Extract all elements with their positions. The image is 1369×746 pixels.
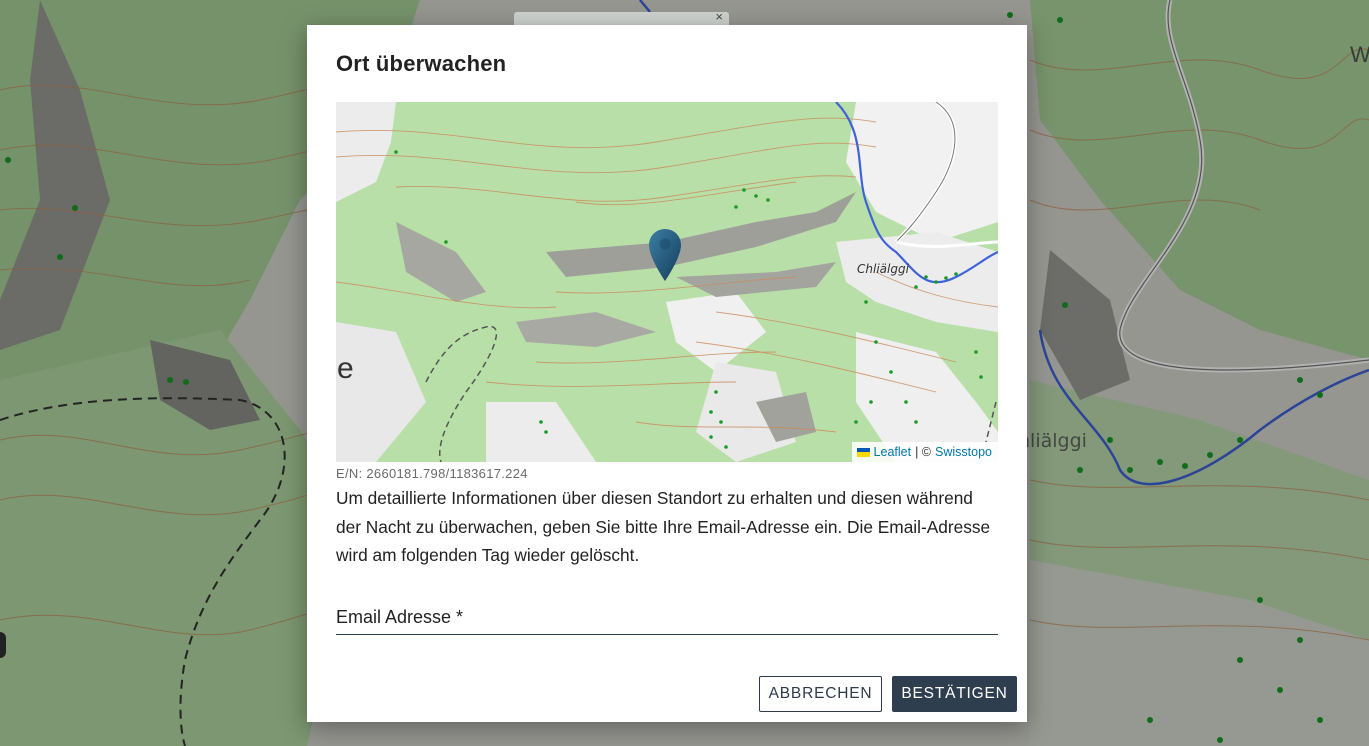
email-field[interactable] xyxy=(336,605,998,635)
confirm-button[interactable]: BESTÄTIGEN xyxy=(892,676,1017,712)
map-place-label: Chliälggi xyxy=(857,262,909,276)
background-edge-letter: W xyxy=(1350,42,1369,67)
background-map-edge-marker xyxy=(0,632,6,658)
dialog-description: Um detaillierte Informationen über diese… xyxy=(336,488,991,565)
coordinates-readout: E/N: 2660181.798/1183617.224 xyxy=(336,466,528,481)
map-edge-letter: e xyxy=(337,352,354,385)
location-map-image xyxy=(336,102,998,462)
cancel-button[interactable]: ABBRECHEN xyxy=(759,676,882,712)
background-top-control: × xyxy=(514,9,729,26)
monitor-location-dialog: Ort überwachen Chliälggi e Leaflet | © S… xyxy=(307,25,1027,722)
map-marker-icon[interactable] xyxy=(648,228,682,282)
background-place-label: hliälggi xyxy=(1018,430,1087,452)
location-map[interactable]: Chliälggi e Leaflet | © Swisstopo xyxy=(336,102,998,462)
close-icon: × xyxy=(715,9,723,24)
ukraine-flag-icon xyxy=(856,447,870,457)
map-attribution: Leaflet | © Swisstopo xyxy=(851,442,998,462)
leaflet-link[interactable]: Leaflet xyxy=(874,442,912,462)
attribution-separator: | © xyxy=(915,445,932,459)
swisstopo-link[interactable]: Swisstopo xyxy=(935,442,992,462)
dialog-title: Ort überwachen xyxy=(336,51,507,76)
